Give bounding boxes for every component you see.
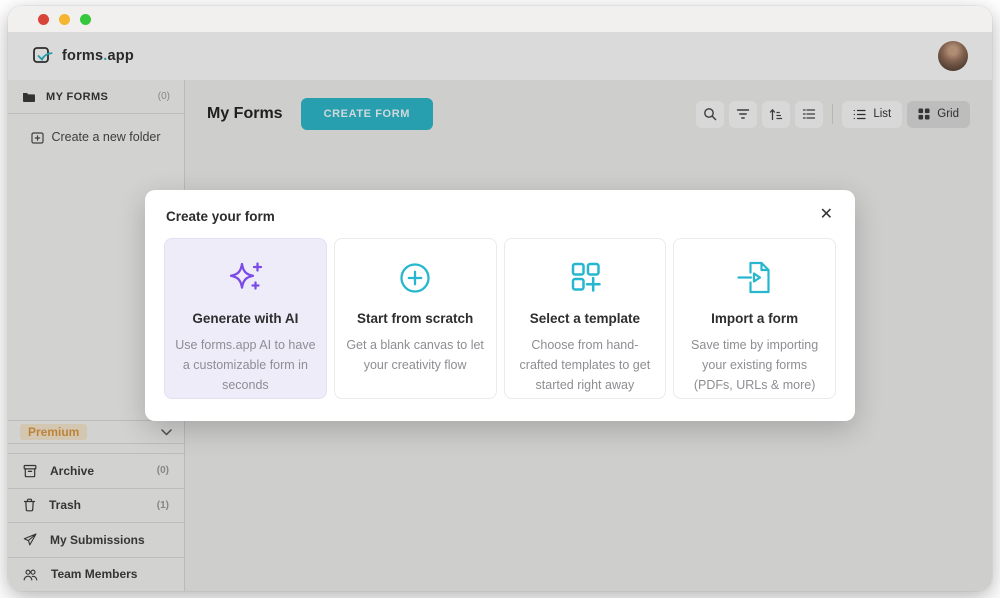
card-description: Choose from hand-crafted templates to ge… xyxy=(519,338,651,392)
import-a-form-card[interactable]: Import a form Save time by importing you… xyxy=(673,238,836,399)
card-description: Get a blank canvas to let your creativit… xyxy=(346,338,484,372)
template-grid-icon xyxy=(564,256,606,300)
start-from-scratch-card[interactable]: Start from scratch Get a blank canvas to… xyxy=(333,238,497,399)
generate-with-ai-card[interactable]: Generate with AI Use forms.app AI to hav… xyxy=(164,238,327,399)
app-window: forms.app MY FORMS (0) Create a new fold… xyxy=(8,6,992,591)
import-document-icon xyxy=(733,256,777,300)
ai-sparkle-icon xyxy=(223,256,267,300)
card-title: Import a form xyxy=(711,311,799,326)
modal-header: Create your form ✕ xyxy=(163,205,837,225)
select-a-template-card[interactable]: Select a template Choose from hand-craft… xyxy=(503,238,667,399)
modal-title: Create your form xyxy=(166,209,275,224)
plus-circle-icon xyxy=(393,256,437,300)
title-bar xyxy=(8,6,992,32)
create-form-modal: Create your form ✕ Generate with AI Use … xyxy=(145,190,855,421)
app-area: forms.app MY FORMS (0) Create a new fold… xyxy=(8,32,992,591)
close-icon[interactable]: ✕ xyxy=(816,205,837,225)
card-title: Start from scratch xyxy=(356,311,474,326)
maximize-window-icon[interactable] xyxy=(80,13,91,25)
card-title: Select a template xyxy=(529,311,641,326)
create-options: Generate with AI Use forms.app AI to hav… xyxy=(163,238,837,399)
minimize-window-icon[interactable] xyxy=(59,13,70,25)
card-title: Generate with AI xyxy=(192,311,299,326)
card-description: Save time by importing your existing for… xyxy=(691,338,819,392)
close-window-icon[interactable] xyxy=(38,13,49,25)
card-description: Use forms.app AI to have a customizable … xyxy=(175,338,316,392)
